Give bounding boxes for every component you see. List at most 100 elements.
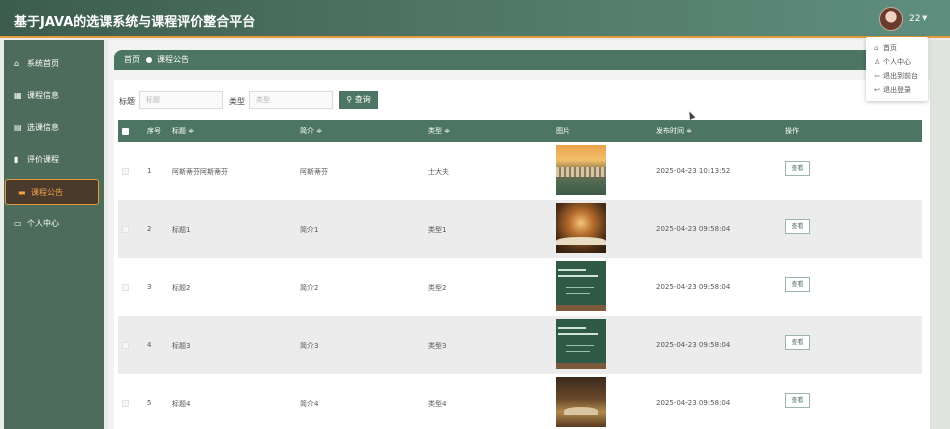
select-all-checkbox[interactable] [122, 128, 129, 135]
sidebar-item-evaluate[interactable]: ▮ 评价课程 [4, 147, 100, 173]
cell-index: 2 [147, 225, 152, 233]
campus-sunset-thumbnail[interactable] [556, 145, 606, 195]
menu-item-home[interactable]: ⌂ 首页 [866, 41, 928, 55]
chalkboard-thumbnail[interactable] [556, 261, 606, 311]
back-icon: ⇦ [874, 72, 880, 80]
column-header-publish-time[interactable]: 发布时间 ≑ [656, 120, 692, 142]
cell-type: 类型1 [428, 226, 447, 234]
top-header: 基于JAVA的选课系统与课程评价整合平台 22 ▼ [0, 0, 950, 38]
sidebar-item-label: 系统首页 [27, 59, 59, 68]
sidebar-item-label: 选课信息 [27, 123, 59, 132]
sidebar-item-label: 个人中心 [27, 219, 59, 228]
row-checkbox[interactable] [122, 168, 129, 175]
cell-index: 5 [147, 399, 152, 407]
type-search-input[interactable] [249, 91, 333, 109]
cell-publish-time: 2025-04-23 09:58:04 [656, 225, 731, 233]
bar-chart-icon: ▮ [14, 155, 19, 164]
breadcrumb-home[interactable]: 首页 [124, 55, 140, 64]
sidebar-item-enrollment[interactable]: ▤ 选课信息 [4, 115, 100, 141]
menu-item-profile[interactable]: ♙ 个人中心 [866, 55, 928, 69]
chevron-down-icon[interactable]: ▼ [922, 14, 927, 22]
menu-item-frontend[interactable]: ⇦ 退出到前台 [866, 69, 928, 83]
cell-type: 类型4 [428, 400, 447, 408]
glowing-book-thumbnail[interactable] [556, 203, 606, 253]
cell-intro: 阿斯蒂芬 [300, 168, 328, 176]
type-filter-label: 类型 [229, 97, 245, 106]
table-row: 1 阿斯蒂芬阿斯蒂芬 阿斯蒂芬 士大夫 2025-04-23 10:13:52 … [118, 142, 922, 200]
id-card-icon: ▭ [14, 219, 22, 228]
cell-publish-time: 2025-04-23 09:58:04 [656, 399, 731, 407]
menu-item-label: 首页 [883, 44, 897, 52]
view-button[interactable]: 查看 [785, 277, 810, 292]
view-button[interactable]: 查看 [785, 393, 810, 408]
view-button[interactable]: 查看 [785, 219, 810, 234]
search-button[interactable]: ⚲ 查询 [339, 91, 378, 109]
document-icon: ▤ [14, 123, 22, 132]
column-header-intro[interactable]: 简介 ≑ [300, 120, 322, 142]
search-button-label: 查询 [354, 95, 371, 104]
cell-title: 标题1 [172, 226, 191, 234]
logout-icon: ↩ [874, 86, 880, 94]
table-header: 序号 标题 ≑ 简介 ≑ 类型 ≑ 图片 发布时间 ≑ 操作 [118, 120, 922, 142]
cell-title: 标题3 [172, 342, 191, 350]
column-header-type[interactable]: 类型 ≑ [428, 120, 450, 142]
column-header-image: 图片 [556, 127, 570, 135]
home-icon: ⌂ [874, 44, 879, 52]
sidebar-item-home[interactable]: ⌂ 系统首页 [4, 51, 100, 77]
breadcrumb-current: 课程公告 [157, 55, 189, 64]
cell-intro: 简介2 [300, 284, 319, 292]
menu-item-label: 退出登录 [883, 86, 911, 94]
cell-intro: 简介1 [300, 226, 319, 234]
user-avatar[interactable] [879, 7, 903, 31]
cell-index: 4 [147, 341, 152, 349]
row-checkbox[interactable] [122, 400, 129, 407]
view-button[interactable]: 查看 [785, 161, 810, 176]
sidebar-item-personal-center[interactable]: ▭ 个人中心 [4, 211, 100, 237]
search-icon: ⚲ [346, 95, 353, 104]
table-row: 5 标题4 简介4 类型4 2025-04-23 09:58:04 查看 [118, 374, 922, 429]
sidebar-item-label: 课程公告 [31, 188, 63, 197]
table-row: 3 标题2 简介2 类型2 2025-04-23 09:58:04 查看 [118, 258, 922, 316]
cell-title: 标题2 [172, 284, 191, 292]
table-row: 4 标题3 简介3 类型3 2025-04-23 09:58:04 查看 [118, 316, 922, 374]
view-button[interactable]: 查看 [785, 335, 810, 350]
user-dropdown-menu: ⌂ 首页 ♙ 个人中心 ⇦ 退出到前台 ↩ 退出登录 [866, 37, 928, 101]
row-checkbox[interactable] [122, 226, 129, 233]
breadcrumb-separator-icon [146, 56, 152, 63]
cell-type: 类型3 [428, 342, 447, 350]
books-on-desk-thumbnail[interactable] [556, 377, 606, 427]
sidebar-item-course-info[interactable]: ▦ 课程信息 [4, 83, 100, 109]
cell-intro: 简介3 [300, 342, 319, 350]
user-icon: ♙ [874, 58, 881, 66]
cell-type: 士大夫 [428, 168, 449, 176]
sidebar-item-label: 评价课程 [27, 155, 59, 164]
menu-item-label: 个人中心 [883, 58, 911, 66]
app-title: 基于JAVA的选课系统与课程评价整合平台 [14, 15, 256, 30]
cell-type: 类型2 [428, 284, 447, 292]
scroll-gutter [930, 40, 950, 429]
row-checkbox[interactable] [122, 342, 129, 349]
cell-title: 阿斯蒂芬阿斯蒂芬 [172, 168, 228, 176]
grid-icon: ▦ [14, 91, 22, 100]
column-header-title[interactable]: 标题 ≑ [172, 120, 194, 142]
home-icon: ⌂ [14, 59, 20, 68]
cell-publish-time: 2025-04-23 09:58:04 [656, 283, 731, 291]
menu-item-logout[interactable]: ↩ 退出登录 [866, 83, 928, 97]
cell-index: 1 [147, 167, 152, 175]
sidebar-item-label: 课程信息 [27, 91, 59, 100]
chalkboard-thumbnail[interactable] [556, 319, 606, 369]
table-row: 2 标题1 简介1 类型1 2025-04-23 09:58:04 查看 [118, 200, 922, 258]
title-filter-label: 标题 [119, 97, 135, 106]
cell-publish-time: 2025-04-23 10:13:52 [656, 167, 731, 175]
title-search-input[interactable] [139, 91, 223, 109]
column-header-index: 序号 [147, 127, 161, 135]
sidebar-item-announcements[interactable]: ▬ 课程公告 [5, 179, 99, 205]
cell-title: 标题4 [172, 400, 191, 408]
cell-index: 3 [147, 283, 152, 291]
breadcrumb: 首页 课程公告 [114, 50, 922, 70]
cell-publish-time: 2025-04-23 09:58:04 [656, 341, 731, 349]
cell-intro: 简介4 [300, 400, 319, 408]
user-name[interactable]: 22 [909, 14, 920, 24]
row-checkbox[interactable] [122, 284, 129, 291]
column-header-actions: 操作 [785, 127, 799, 135]
